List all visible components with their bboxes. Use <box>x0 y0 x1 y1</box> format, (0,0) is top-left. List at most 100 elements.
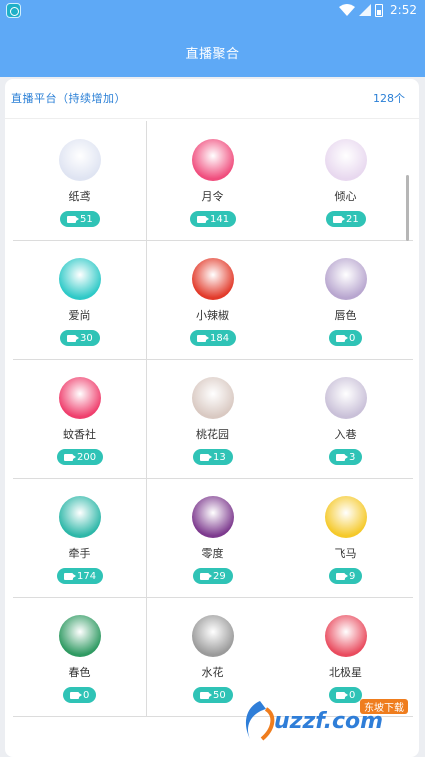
platform-item[interactable]: 倾心 21 <box>279 121 412 240</box>
section-header: 直播平台（持续增加） 128个 <box>5 79 419 119</box>
camera-icon <box>333 215 345 223</box>
platform-name: 北极星 <box>329 666 362 679</box>
yueling-play-icon <box>192 139 234 181</box>
platform-name: 牵手 <box>68 547 91 560</box>
viewer-count-badge: 141 <box>190 211 237 227</box>
row-divider <box>13 478 413 479</box>
viewer-count-badge: 0 <box>329 330 363 346</box>
row-divider <box>13 359 413 360</box>
chunse-starbucks-icon <box>59 615 101 657</box>
viewer-count: 0 <box>83 689 90 701</box>
row-divider <box>13 597 413 598</box>
viewer-count: 51 <box>80 213 93 225</box>
shuihua-avatar-icon <box>192 615 234 657</box>
platform-item[interactable]: 飞马 9 <box>279 478 412 597</box>
platform-name: 唇色 <box>334 309 357 322</box>
row-divider <box>13 240 413 241</box>
watermark: uzzf.com 东坡下载 <box>240 697 420 747</box>
battery-icon <box>375 3 384 17</box>
qingxin-avatar-icon <box>325 139 367 181</box>
viewer-count-badge: 174 <box>57 568 104 584</box>
status-bar: 2:52 <box>0 0 425 22</box>
platform-name: 倾心 <box>334 190 357 203</box>
yingke-owl-icon <box>59 496 101 538</box>
platform-item[interactable]: 牵手 174 <box>13 478 146 597</box>
camera-icon <box>67 215 79 223</box>
platform-name: 零度 <box>201 547 224 560</box>
viewer-count-badge: 9 <box>329 568 363 584</box>
viewer-count-badge: 13 <box>193 449 233 465</box>
camera-icon <box>70 691 82 699</box>
viewer-count: 50 <box>213 689 226 701</box>
viewer-count: 200 <box>77 451 97 463</box>
viewer-count-badge: 200 <box>57 449 104 465</box>
platform-name: 月令 <box>201 190 224 203</box>
platform-name: 水花 <box>201 666 224 679</box>
lingdu-logo-icon <box>192 496 234 538</box>
viewer-count: 29 <box>213 570 226 582</box>
platform-item[interactable]: 零度 29 <box>146 478 279 597</box>
platform-item[interactable]: 小辣椒 184 <box>146 240 279 359</box>
camera-icon <box>197 215 209 223</box>
viewer-count: 141 <box>210 213 230 225</box>
signal-icon <box>359 4 372 16</box>
platform-name: 小辣椒 <box>196 309 229 322</box>
app-notification-icon <box>6 3 21 18</box>
viewer-count-badge: 51 <box>60 211 100 227</box>
platform-item[interactable]: 桃花园 13 <box>146 359 279 478</box>
wifi-icon <box>339 4 356 16</box>
scrollbar[interactable] <box>406 175 409 241</box>
platform-item[interactable]: 爱尚 30 <box>13 240 146 359</box>
platform-name: 爱尚 <box>68 309 91 322</box>
platform-name: 蚊香社 <box>63 428 96 441</box>
camera-icon <box>64 572 76 580</box>
viewer-count: 30 <box>80 332 93 344</box>
platform-item[interactable]: 春色 0 <box>13 597 146 716</box>
viewer-count-badge: 184 <box>190 330 237 346</box>
platform-item[interactable]: 月令 141 <box>146 121 279 240</box>
paper-kite-icon <box>59 139 101 181</box>
platform-count: 128个 <box>373 92 405 105</box>
viewer-count-badge: 3 <box>329 449 363 465</box>
viewer-count: 184 <box>210 332 230 344</box>
viewer-count-badge: 0 <box>63 687 97 703</box>
wenxiangshe-rabbit-icon <box>59 377 101 419</box>
viewer-count-badge: 30 <box>60 330 100 346</box>
platform-name: 入巷 <box>334 428 357 441</box>
chunse-avatar-icon <box>325 258 367 300</box>
platform-name: 桃花园 <box>196 428 229 441</box>
camera-icon <box>197 334 209 342</box>
viewer-count-badge: 29 <box>193 568 233 584</box>
viewer-count-badge: 21 <box>326 211 366 227</box>
platform-name: 春色 <box>68 666 91 679</box>
camera-icon <box>336 334 348 342</box>
camera-icon <box>336 572 348 580</box>
viewer-count: 3 <box>349 451 356 463</box>
status-time: 2:52 <box>390 3 417 17</box>
beijixing-anime-icon <box>325 615 367 657</box>
viewer-count: 9 <box>349 570 356 582</box>
platform-item[interactable]: 唇色 0 <box>279 240 412 359</box>
camera-icon <box>336 453 348 461</box>
camera-icon <box>64 453 76 461</box>
camera-icon <box>200 572 212 580</box>
app-header: 2:52 直播聚合 <box>0 0 425 77</box>
viewer-count-badge: 50 <box>193 687 233 703</box>
platform-card: 直播平台（持续增加） 128个 纸鸢 51 月令 141 倾心 21 爱尚 30 小辣椒 184 唇… <box>5 79 419 757</box>
ruxiang-avatar-icon <box>325 377 367 419</box>
column-divider <box>146 121 147 716</box>
platform-name: 飞马 <box>334 547 357 560</box>
viewer-count: 13 <box>213 451 226 463</box>
feima-smiley-icon <box>325 496 367 538</box>
platform-name: 纸鸢 <box>68 190 91 203</box>
page-title: 直播聚合 <box>185 47 240 62</box>
platform-item[interactable]: 入巷 3 <box>279 359 412 478</box>
camera-icon <box>200 453 212 461</box>
camera-icon <box>200 691 212 699</box>
platform-item[interactable]: 纸鸢 51 <box>13 121 146 240</box>
platform-item[interactable]: 蚊香社 200 <box>13 359 146 478</box>
taohuayuan-avatar-icon <box>192 377 234 419</box>
platform-grid: 纸鸢 51 月令 141 倾心 21 爱尚 30 小辣椒 184 唇色 0 蚊香社 200 桃花园 13 入巷 3… <box>13 121 413 717</box>
chili-pepper-icon <box>192 258 234 300</box>
camera-icon <box>67 334 79 342</box>
